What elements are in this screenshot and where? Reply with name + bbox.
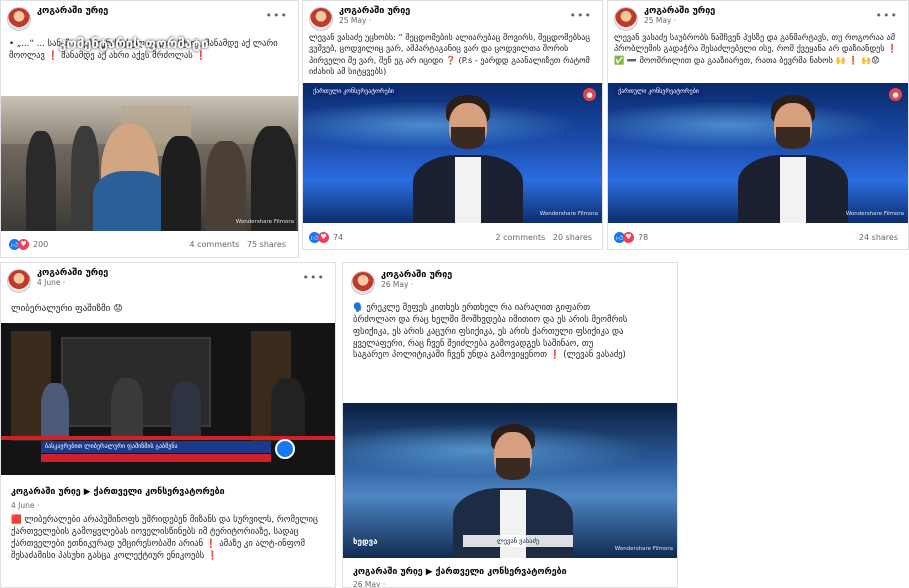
channel-logo-icon: ● — [889, 88, 902, 101]
post-video[interactable]: ქართული კონსერვატორები ● Wondershare Fil… — [608, 83, 908, 223]
avatar[interactable] — [7, 7, 31, 31]
shared-post-text: 🟥 ლიბერალები არაპუშინოფს უშრიდებენ მიზან… — [11, 515, 318, 561]
post-video[interactable]: ბასკავრებით ლიბერალური ფაშიზმის გაბმვნა — [1, 323, 335, 475]
post-date[interactable]: 4 June · — [37, 278, 108, 287]
post-header: კოგარაში ური̧ე 25 May · — [309, 6, 410, 31]
channel-logo-icon: ● — [583, 88, 596, 101]
watermark: Wondershare Filmora — [614, 545, 673, 552]
post-header: კოგარაში ური̧ე 26 May · — [351, 270, 452, 295]
post-text: ლიბერალური ფაშიზმი 😟 — [11, 304, 123, 314]
post-header: კოგარაში ური̧ე — [7, 6, 108, 31]
post-card-1: კოგარაში ური̧ე ••• • „...“ ... სანამ ...… — [0, 0, 299, 258]
reactions[interactable]: 👍︎ ♥ 200 — [9, 238, 49, 250]
post-card-3: კოგარაში ური̧ე 25 May · ••• ლევან ვასაძე… — [607, 0, 909, 250]
post-footer: 👍︎ ♥ 78 24 shares — [614, 228, 904, 246]
lower-third-name: ლევან ვასაძე — [463, 535, 573, 547]
post-photo[interactable]: Wondershare Filmora — [1, 96, 298, 231]
share-count[interactable]: 24 shares — [859, 233, 898, 242]
more-options-icon[interactable]: ••• — [303, 271, 325, 284]
reaction-count: 74 — [333, 232, 344, 242]
post-card-2: კოგარაში ური̧ე 25 May · ••• ლევან ვასაძე… — [302, 0, 603, 250]
post-video[interactable]: ლევან ვასაძე ხედვა Wondershare Filmora — [343, 403, 677, 558]
post-video[interactable]: ქართული კონსერვატორები ● Wondershare Fil… — [303, 83, 602, 223]
more-options-icon[interactable]: ••• — [570, 9, 592, 22]
overlay-caption: კომენტარის ფორმატი — [59, 37, 209, 52]
heart-icon: ♥ — [18, 238, 29, 250]
watermark: Wondershare Filmora — [539, 210, 598, 217]
shared-post-title[interactable]: კოგარაში ური̧ე ▶ ქართველი კონსერვატორები — [353, 567, 567, 577]
reactions[interactable]: 👍︎ ♥ 78 — [614, 231, 649, 243]
reactions[interactable]: 👍︎ ♥ 74 — [309, 231, 344, 243]
post-footer: 👍︎ ♥ 74 2 comments 20 shares — [309, 228, 598, 246]
post-card-5: კოგარაში ური̧ე 26 May · 🗣️ ერეკლე მეფეს … — [342, 262, 678, 588]
avatar[interactable] — [351, 271, 375, 295]
post-date[interactable]: 25 May · — [339, 16, 410, 25]
reaction-count: 78 — [638, 232, 649, 242]
video-ticker: ბასკავრებით ლიბერალური ფაშიზმის გაბმვნა — [41, 441, 271, 453]
video-banner: ქართული კონსერვატორები — [614, 87, 703, 96]
comment-count[interactable]: 4 comments — [189, 240, 239, 249]
avatar[interactable] — [309, 7, 333, 31]
more-options-icon[interactable]: ••• — [876, 9, 898, 22]
share-count[interactable]: 20 shares — [553, 233, 592, 242]
post-date[interactable]: 26 May · — [381, 280, 452, 289]
avatar[interactable] — [7, 269, 31, 293]
comment-count[interactable]: 2 comments — [495, 233, 545, 242]
heart-icon: ♥ — [318, 231, 329, 243]
avatar[interactable] — [614, 7, 638, 31]
post-date[interactable]: 25 May · — [644, 16, 715, 25]
more-options-icon[interactable]: ••• — [266, 9, 288, 22]
post-header: კოგარაში ური̧ე 4 June · — [7, 268, 108, 293]
shared-post-date[interactable]: 26 May · — [353, 580, 385, 587]
heart-icon: ♥ — [623, 231, 634, 243]
lower-third-label: ხედვა — [353, 537, 378, 546]
watermark: Wondershare Filmora — [845, 210, 904, 217]
post-text: ლევან ვასაძე უცხობს: “ შეცდომების ალიარე… — [309, 32, 591, 76]
post-text: 🗣️ ერეკლე მეფეს კითხეს ერთხელ რა იარაღით… — [353, 303, 628, 361]
shared-post-title[interactable]: კოგარაში ური̧ე ▶ ქართველი კონსერვატორები — [11, 487, 225, 497]
shared-post-date[interactable]: 4 June · — [11, 501, 39, 510]
post-text: ლევან ვასაძე საუბრობს ნაშჩვენ პუსზე და გ… — [614, 32, 898, 65]
post-footer: 👍︎ ♥ 200 4 comments 75 shares — [9, 235, 292, 253]
author-name[interactable]: კოგარაში ური̧ე — [37, 6, 108, 17]
watermark: Wondershare Filmora — [235, 218, 294, 225]
post-card-4: კოგარაში ური̧ე 4 June · ••• ლიბერალური ფ… — [0, 262, 336, 588]
post-header: კოგარაში ური̧ე 25 May · — [614, 6, 715, 31]
reaction-count: 200 — [33, 239, 49, 249]
share-count[interactable]: 75 shares — [247, 240, 286, 249]
video-banner: ქართული კონსერვატორები — [309, 87, 398, 96]
